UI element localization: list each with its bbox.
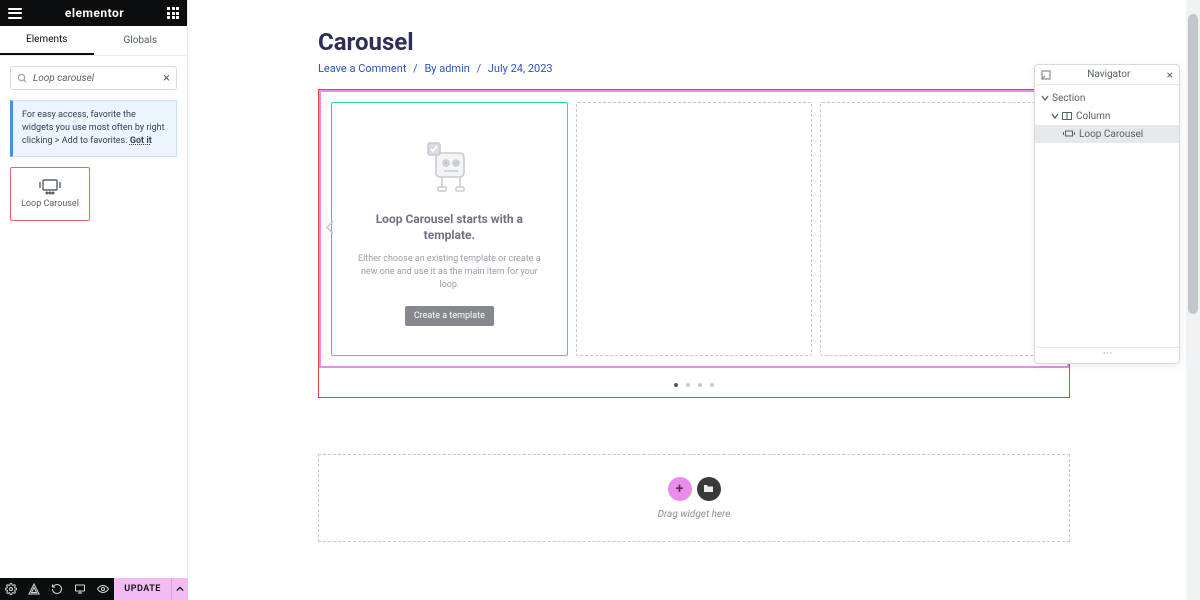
scrollbar-thumb[interactable] [1188, 14, 1198, 314]
pagination-dot[interactable] [710, 383, 714, 387]
search-input[interactable] [33, 73, 163, 84]
dropzone-label: Drag widget here [658, 509, 731, 520]
column-icon [1062, 112, 1072, 120]
pagination-dot[interactable] [674, 383, 678, 387]
carousel-slide-2[interactable] [576, 102, 813, 356]
dock-icon[interactable] [1041, 70, 1051, 80]
panel-tabs: Elements Globals [0, 26, 187, 56]
pagination-dot[interactable] [686, 383, 690, 387]
canvas-scrollbar[interactable] [1186, 0, 1200, 600]
dropzone-controls: + [668, 477, 721, 501]
loop-carousel-tree-icon [1063, 130, 1075, 138]
add-template-button[interactable] [697, 477, 721, 501]
slide-heading: Loop Carousel starts with a template. [350, 211, 549, 243]
by-text: By [424, 62, 436, 75]
post-container: Carousel Leave a Comment / By admin / Ju… [318, 28, 1070, 542]
carousel-slide-1[interactable]: Loop Carousel starts with a template. Ei… [331, 102, 568, 356]
post-date[interactable]: July 24, 2023 [488, 62, 553, 75]
slide-description: Either choose an existing template or cr… [350, 253, 549, 292]
search-icon [17, 73, 28, 84]
hamburger-menu-icon[interactable] [8, 8, 22, 19]
responsive-icon[interactable] [69, 578, 92, 600]
carousel-pagination[interactable] [319, 372, 1069, 391]
carousel-slide-3[interactable] [820, 102, 1057, 356]
leave-comment-link[interactable]: Leave a Comment [318, 62, 406, 75]
tip-got-it[interactable]: Got it [130, 136, 152, 146]
loop-carousel-icon [39, 179, 61, 195]
preview-icon[interactable] [91, 578, 114, 600]
create-template-button[interactable]: Create a template [405, 306, 494, 326]
settings-icon[interactable] [0, 578, 23, 600]
update-button[interactable]: UPDATE [114, 578, 171, 600]
carousel-prev-button[interactable] [325, 220, 335, 239]
tab-globals[interactable]: Globals [94, 26, 188, 55]
chevron-left-icon [325, 221, 335, 235]
tab-elements[interactable]: Elements [0, 26, 94, 55]
section-wrapper[interactable]: Loop Carousel starts with a template. Ei… [318, 89, 1070, 398]
navigator-title: Navigator [1051, 69, 1167, 80]
widget-label: Loop Carousel [21, 199, 79, 210]
tree-loop-carousel[interactable]: Loop Carousel [1035, 125, 1179, 143]
update-dropdown-caret[interactable] [171, 578, 188, 600]
revisions-icon[interactable] [23, 578, 46, 600]
loop-carousel-widget[interactable]: Loop Carousel starts with a template. Ei… [319, 90, 1069, 368]
favorites-tip: For easy access, favorite the widgets yo… [10, 100, 177, 157]
tree-column[interactable]: Column [1035, 107, 1179, 125]
add-section-dropzone[interactable]: + Drag widget here [318, 454, 1070, 542]
clear-search-icon[interactable]: × [163, 71, 170, 86]
navigator-panel[interactable]: Navigator × Section Column Loop Carousel… [1034, 64, 1180, 364]
chevron-down-icon [1051, 112, 1059, 120]
tree-section[interactable]: Section [1035, 89, 1179, 107]
sidebar-header: elementor [0, 0, 187, 26]
author-link[interactable]: admin [439, 62, 470, 75]
navigator-tree: Section Column Loop Carousel [1035, 85, 1179, 347]
empty-template-illustration [414, 137, 484, 197]
bottom-panel: UPDATE [0, 578, 188, 600]
elementor-sidebar: elementor Elements Globals × For easy ac… [0, 0, 188, 600]
widget-loop-carousel[interactable]: Loop Carousel [10, 167, 90, 221]
chevron-down-icon [1041, 94, 1049, 102]
history-icon[interactable] [46, 578, 69, 600]
chevron-up-icon [176, 585, 184, 593]
add-section-button[interactable]: + [668, 477, 692, 501]
pagination-dot[interactable] [698, 383, 702, 387]
page-title: Carousel [318, 28, 1070, 56]
navigator-close-icon[interactable]: × [1167, 68, 1173, 82]
navigator-header[interactable]: Navigator × [1035, 65, 1179, 85]
post-meta: Leave a Comment / By admin / July 24, 20… [318, 62, 1070, 75]
folder-icon [703, 484, 714, 493]
navigator-resize-handle[interactable]: ⋯ [1035, 347, 1179, 363]
widget-search[interactable]: × [10, 66, 177, 90]
apps-grid-icon[interactable] [167, 7, 179, 19]
logo: elementor [65, 6, 124, 20]
